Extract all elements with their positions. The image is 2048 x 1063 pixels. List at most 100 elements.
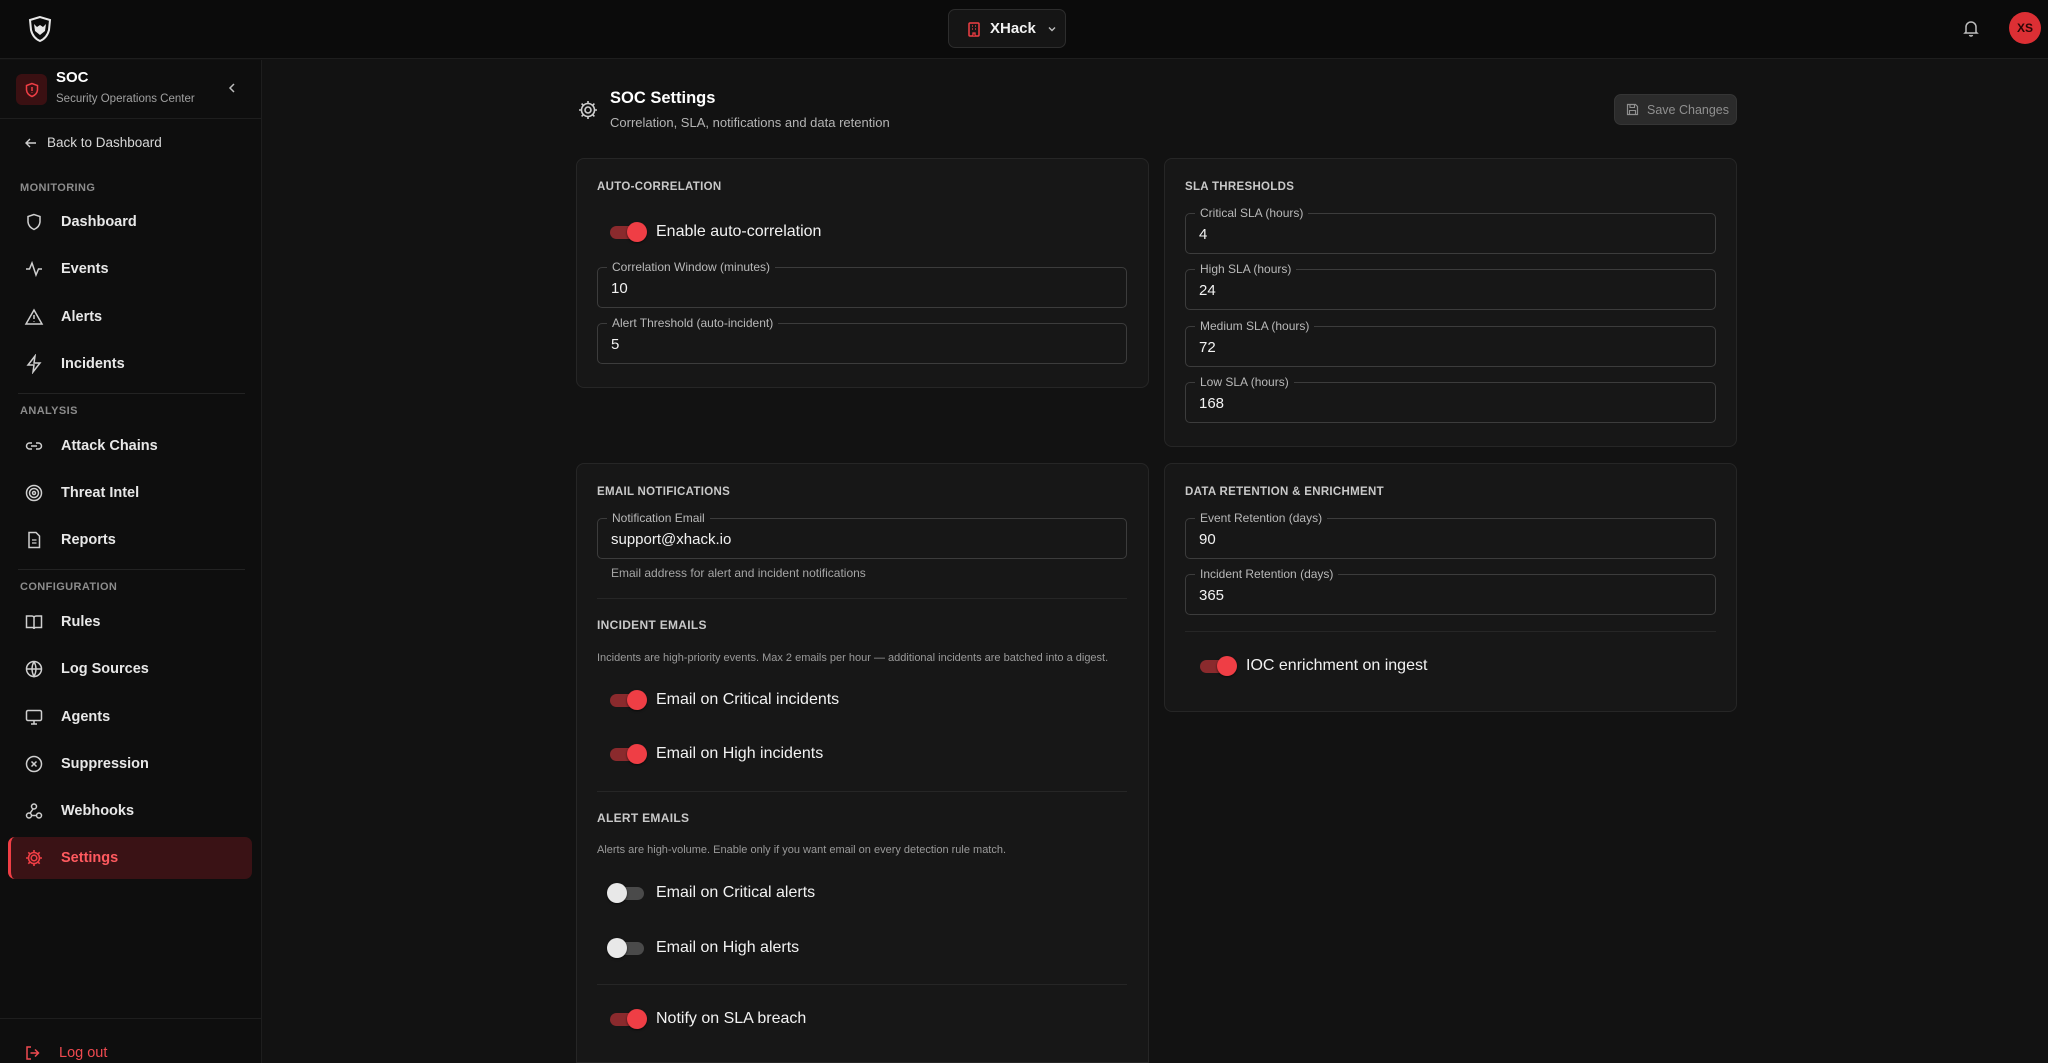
sidebar-footer-divider bbox=[0, 1018, 261, 1019]
app-title: SOC bbox=[56, 69, 89, 86]
sidebar-item-alerts[interactable]: Alerts bbox=[8, 296, 252, 338]
target-icon bbox=[25, 484, 43, 502]
gear-icon bbox=[577, 99, 599, 121]
critical-sla-field[interactable]: Critical SLA (hours) 4 bbox=[1185, 206, 1716, 254]
high-incidents-toggle[interactable] bbox=[607, 744, 647, 764]
field-value: 90 bbox=[1199, 531, 1216, 548]
org-switcher[interactable]: XHack bbox=[948, 9, 1066, 48]
page-subtitle: Correlation, SLA, notifications and data… bbox=[610, 115, 890, 130]
field-label: Incident Retention (days) bbox=[1195, 567, 1339, 581]
field-value: 5 bbox=[611, 336, 620, 353]
ioc-enrichment-toggle[interactable] bbox=[1197, 656, 1237, 676]
sidebar-item-events[interactable]: Events bbox=[8, 248, 252, 290]
building-icon bbox=[966, 21, 982, 37]
event-retention-field[interactable]: Event Retention (days) 90 bbox=[1185, 511, 1716, 559]
save-label: Save Changes bbox=[1647, 102, 1730, 117]
toggle-label: IOC enrichment on ingest bbox=[1246, 657, 1428, 674]
sidebar-item-label: Incidents bbox=[61, 356, 125, 372]
alert-emails-note: Alerts are high-volume. Enable only if y… bbox=[597, 844, 1007, 856]
critical-alerts-row: Email on Critical alerts bbox=[607, 883, 815, 903]
sidebar-item-label: Agents bbox=[61, 709, 111, 725]
section-label-monitoring: MONITORING bbox=[20, 182, 96, 194]
sidebar-item-label: Dashboard bbox=[61, 214, 137, 230]
sidebar-item-dashboard[interactable]: Dashboard bbox=[8, 201, 252, 243]
sidebar-item-attack-chains[interactable]: Attack Chains bbox=[8, 425, 252, 467]
sidebar-item-label: Log Sources bbox=[61, 661, 149, 677]
toggle-label: Email on High incidents bbox=[656, 745, 824, 762]
sidebar-item-label: Webhooks bbox=[61, 803, 135, 819]
gear-icon bbox=[26, 850, 42, 866]
card-title: SLA THRESHOLDS bbox=[1185, 181, 1295, 193]
page-title: SOC Settings bbox=[610, 89, 716, 107]
save-icon bbox=[1626, 103, 1639, 116]
field-value: 10 bbox=[611, 280, 628, 297]
notification-email-field[interactable]: Notification Email support@xhack.io bbox=[597, 511, 1127, 559]
sidebar-item-threat-intel[interactable]: Threat Intel bbox=[8, 472, 252, 514]
bell-icon[interactable] bbox=[1961, 18, 1981, 38]
high-alerts-row: Email on High alerts bbox=[607, 938, 799, 958]
section-label-configuration: CONFIGURATION bbox=[20, 581, 118, 593]
auto-correlation-card: AUTO-CORRELATION Enable auto-correlation… bbox=[576, 158, 1149, 388]
sla-breach-toggle[interactable] bbox=[607, 1009, 647, 1029]
critical-incidents-toggle[interactable] bbox=[607, 690, 647, 710]
field-label: Critical SLA (hours) bbox=[1195, 206, 1309, 220]
sidebar-item-log-sources[interactable]: Log Sources bbox=[8, 648, 252, 690]
enable-auto-correlation-toggle[interactable] bbox=[607, 222, 647, 242]
avatar[interactable]: XS bbox=[2009, 12, 2041, 44]
card-title: AUTO-CORRELATION bbox=[597, 181, 722, 193]
webhook-icon bbox=[25, 803, 43, 819]
field-value: 168 bbox=[1199, 395, 1225, 412]
toggle-label: Enable auto-correlation bbox=[656, 223, 822, 240]
warning-triangle-icon bbox=[24, 308, 44, 325]
email-notifications-card: EMAIL NOTIFICATIONS Notification Email s… bbox=[576, 463, 1149, 1063]
field-label: Low SLA (hours) bbox=[1195, 375, 1294, 389]
field-label: Alert Threshold (auto-incident) bbox=[607, 316, 779, 330]
email-helper-text: Email address for alert and incident not… bbox=[611, 566, 866, 580]
correlation-window-field[interactable]: Correlation Window (minutes) 10 bbox=[597, 260, 1127, 308]
sidebar-item-settings[interactable]: Settings bbox=[8, 837, 252, 879]
sidebar-item-label: Reports bbox=[61, 532, 116, 548]
medium-sla-field[interactable]: Medium SLA (hours) 72 bbox=[1185, 319, 1716, 367]
field-label: Event Retention (days) bbox=[1195, 511, 1328, 525]
high-alerts-toggle[interactable] bbox=[607, 938, 647, 958]
org-name: XHack bbox=[990, 20, 1036, 37]
collapse-sidebar-icon[interactable] bbox=[225, 81, 239, 95]
back-label: Back to Dashboard bbox=[47, 135, 162, 150]
critical-alerts-toggle[interactable] bbox=[607, 883, 647, 903]
logout-icon bbox=[26, 1046, 40, 1060]
sidebar-item-agents[interactable]: Agents bbox=[8, 696, 252, 738]
sidebar-item-label: Suppression bbox=[61, 756, 149, 772]
logout-button[interactable]: Log out bbox=[24, 1044, 107, 1062]
sidebar-item-label: Settings bbox=[61, 850, 119, 866]
low-sla-field[interactable]: Low SLA (hours) 168 bbox=[1185, 375, 1716, 423]
sla-breach-row: Notify on SLA breach bbox=[607, 1009, 806, 1029]
sidebar-item-webhooks[interactable]: Webhooks bbox=[8, 790, 252, 832]
high-incidents-row: Email on High incidents bbox=[607, 744, 823, 764]
field-value: support@xhack.io bbox=[611, 531, 732, 548]
app-subtitle: Security Operations Center bbox=[56, 93, 195, 105]
back-to-dashboard-link[interactable]: Back to Dashboard bbox=[24, 135, 162, 150]
section-divider bbox=[597, 984, 1127, 985]
incident-retention-field[interactable]: Incident Retention (days) 365 bbox=[1185, 567, 1716, 615]
activity-icon bbox=[26, 260, 42, 278]
sidebar-item-suppression[interactable]: Suppression bbox=[8, 743, 252, 785]
high-sla-field[interactable]: High SLA (hours) 24 bbox=[1185, 262, 1716, 310]
card-title: DATA RETENTION & ENRICHMENT bbox=[1185, 486, 1384, 498]
sidebar-item-label: Alerts bbox=[61, 309, 103, 325]
top-bar: XHack XS bbox=[0, 0, 2048, 59]
sidebar-item-incidents[interactable]: Incidents bbox=[8, 343, 252, 385]
section-divider bbox=[1185, 631, 1716, 632]
data-retention-card: DATA RETENTION & ENRICHMENT Event Retent… bbox=[1164, 463, 1737, 712]
book-icon bbox=[25, 615, 43, 630]
alert-threshold-field[interactable]: Alert Threshold (auto-incident) 5 bbox=[597, 316, 1127, 364]
critical-incidents-row: Email on Critical incidents bbox=[607, 690, 839, 710]
sidebar-item-rules[interactable]: Rules bbox=[8, 601, 252, 643]
field-label: Correlation Window (minutes) bbox=[607, 260, 776, 274]
alert-emails-title: ALERT EMAILS bbox=[597, 811, 690, 825]
toggle-label: Email on Critical alerts bbox=[656, 884, 816, 901]
save-changes-button[interactable]: Save Changes bbox=[1614, 94, 1737, 125]
wolf-logo-icon[interactable] bbox=[25, 14, 55, 44]
sidebar: SOC Security Operations Center Back to D… bbox=[0, 60, 262, 1063]
field-value: 24 bbox=[1199, 282, 1216, 299]
sidebar-item-reports[interactable]: Reports bbox=[8, 519, 252, 561]
